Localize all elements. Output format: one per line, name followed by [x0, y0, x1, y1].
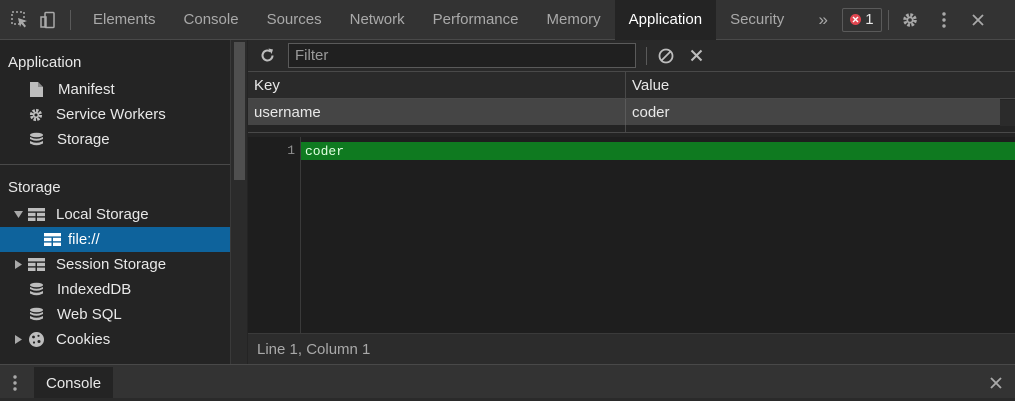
- storage-viewer: Key Value username coder 1 coder Line 1,…: [248, 40, 1015, 364]
- sidebar-item-local-storage[interactable]: Local Storage: [0, 202, 230, 227]
- storage-table-header: Key Value: [248, 72, 1015, 99]
- tab-performance[interactable]: Performance: [419, 0, 533, 40]
- sidebar-item-label: file://: [68, 231, 100, 248]
- toolbar-divider: [70, 9, 71, 30]
- sidebar-item-label: Web SQL: [57, 306, 122, 323]
- tab-application[interactable]: Application: [614, 0, 717, 40]
- column-header-value[interactable]: Value: [626, 72, 1015, 98]
- console-drawer: Console: [0, 364, 1015, 401]
- sidebar-item-label: Session Storage: [56, 256, 167, 273]
- sidebar-item-label: Manifest: [58, 81, 115, 98]
- collapse-arrow-icon[interactable]: [11, 260, 25, 269]
- error-icon: [850, 14, 862, 25]
- sidebar-item-label: Local Storage: [56, 206, 149, 223]
- devtools-toolbar: Elements Console Sources Network Perform…: [0, 0, 1015, 40]
- code-line[interactable]: coder: [301, 142, 1015, 160]
- clear-all-icon[interactable]: [651, 40, 681, 72]
- sidebar-item-cookies[interactable]: Cookies: [0, 327, 230, 352]
- sidebar-section-storage: Storage: [8, 178, 61, 196]
- sidebar-item-indexeddb[interactable]: IndexedDB: [0, 277, 230, 302]
- sidebar-item-label: IndexedDB: [57, 281, 132, 298]
- sidebar-item-label: Storage: [57, 131, 110, 148]
- drawer-tab-console[interactable]: Console: [34, 367, 114, 399]
- grid-icon: [28, 258, 50, 271]
- sidebar-item-web-sql[interactable]: Web SQL: [0, 302, 230, 327]
- application-sidebar: Application Manifest Service Workers Sto…: [0, 40, 230, 364]
- panel-tabs: Elements Console Sources Network Perform…: [79, 0, 798, 40]
- sidebar-item-label: Cookies: [56, 331, 111, 348]
- line-number-gutter: 1: [248, 137, 301, 333]
- sidebar-item-session-storage[interactable]: Session Storage: [0, 252, 230, 277]
- inspect-icon[interactable]: [6, 0, 34, 40]
- delete-selected-icon[interactable]: [681, 40, 711, 72]
- toolbar-divider: [887, 9, 889, 30]
- cookie-icon: [28, 331, 50, 348]
- kebab-menu-icon[interactable]: [927, 0, 961, 40]
- table-row[interactable]: username coder: [248, 99, 1000, 125]
- tab-elements[interactable]: Elements: [79, 0, 170, 40]
- empty-key-cell: [248, 125, 626, 132]
- drawer-close-icon[interactable]: [983, 365, 1009, 401]
- filter-toolbar: [248, 40, 1015, 72]
- tab-sources[interactable]: Sources: [253, 0, 336, 40]
- more-tabs-icon[interactable]: »: [806, 0, 840, 40]
- line-number: 1: [287, 143, 295, 158]
- database-icon: [29, 282, 51, 297]
- tab-console[interactable]: Console: [170, 0, 253, 40]
- tab-memory[interactable]: Memory: [533, 0, 615, 40]
- value-preview-editor[interactable]: 1 coder: [248, 137, 1015, 333]
- refresh-icon[interactable]: [252, 40, 282, 72]
- sidebar-item-label: Service Workers: [56, 106, 166, 123]
- sidebar-scrollbar-thumb[interactable]: [234, 42, 245, 180]
- sidebar-divider: [0, 164, 230, 165]
- editor-status-bar: Line 1, Column 1: [248, 333, 1015, 364]
- gear-icon: [28, 107, 50, 123]
- row-key-cell[interactable]: username: [248, 99, 626, 125]
- error-counter[interactable]: 1: [842, 7, 882, 32]
- sidebar-scrollbar[interactable]: [230, 40, 247, 364]
- database-icon: [29, 132, 51, 147]
- tab-network[interactable]: Network: [336, 0, 419, 40]
- sidebar-item-file-origin[interactable]: file://: [0, 227, 230, 252]
- database-icon: [29, 307, 51, 322]
- code-area[interactable]: coder: [301, 137, 1015, 333]
- column-header-key[interactable]: Key: [248, 72, 626, 98]
- device-toggle-icon[interactable]: [34, 0, 62, 40]
- settings-gear-icon[interactable]: [893, 0, 927, 40]
- grid-icon: [44, 233, 62, 246]
- collapse-arrow-icon[interactable]: [11, 335, 25, 344]
- sidebar-item-manifest[interactable]: Manifest: [0, 77, 230, 102]
- sidebar-item-storage[interactable]: Storage: [0, 127, 230, 152]
- expand-arrow-icon[interactable]: [11, 211, 25, 218]
- filter-input[interactable]: [288, 43, 636, 68]
- grid-icon: [28, 208, 50, 221]
- file-icon: [30, 82, 52, 97]
- filter-divider: [646, 46, 647, 65]
- close-icon[interactable]: [961, 0, 995, 40]
- table-empty-row: [248, 125, 1015, 133]
- table-scrollbar[interactable]: [1000, 100, 1015, 126]
- sidebar-section-application: Application: [8, 53, 82, 71]
- sidebar-item-service-workers[interactable]: Service Workers: [0, 102, 230, 127]
- tab-security[interactable]: Security: [716, 0, 798, 40]
- drawer-menu-icon[interactable]: [0, 365, 30, 401]
- error-count: 1: [865, 11, 874, 28]
- cursor-position: Line 1, Column 1: [257, 340, 371, 358]
- row-value-cell[interactable]: coder: [626, 99, 1000, 125]
